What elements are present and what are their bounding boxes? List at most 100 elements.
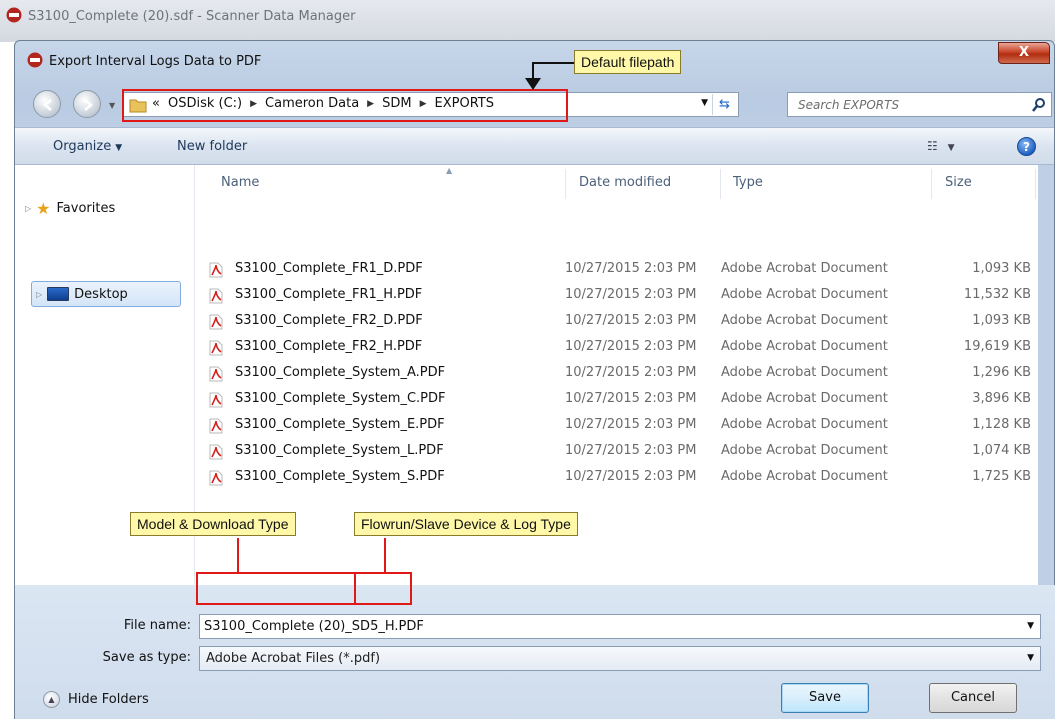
file-row[interactable]: S3100_Complete_FR1_H.PDF 10/27/2015 2:03 …	[205, 283, 1035, 309]
file-size: 1,296 KB	[972, 365, 1031, 380]
file-date-modified: 10/27/2015 2:03 PM	[565, 391, 697, 406]
file-name: S3100_Complete_FR2_H.PDF	[235, 339, 423, 354]
column-header-type[interactable]: Type	[733, 175, 763, 190]
flowrun-log-type-callout: Flowrun/Slave Device & Log Type	[354, 512, 578, 536]
file-name-field: ▼	[199, 614, 1041, 639]
file-size: 19,619 KB	[963, 339, 1031, 354]
file-name: S3100_Complete_System_S.PDF	[235, 469, 445, 484]
file-type: Adobe Acrobat Document	[721, 391, 888, 406]
file-row[interactable]: S3100_Complete_System_A.PDF 10/27/2015 2:…	[205, 361, 1035, 387]
file-row[interactable]: S3100_Complete_System_C.PDF 10/27/2015 2:…	[205, 387, 1035, 413]
dialog-title: Export Interval Logs Data to PDF	[49, 54, 262, 69]
file-date-modified: 10/27/2015 2:03 PM	[565, 443, 697, 458]
chevron-down-icon: ▼	[115, 143, 123, 153]
sort-ascending-icon: ▲	[446, 166, 453, 175]
forward-button[interactable]	[73, 90, 101, 118]
file-type: Adobe Acrobat Document	[721, 365, 888, 380]
command-toolbar: Organize ▼ New folder ☷ ▼ ?	[15, 127, 1054, 165]
file-type: Adobe Acrobat Document	[721, 443, 888, 458]
file-size: 1,725 KB	[972, 469, 1031, 484]
parent-window-titlebar: S3100_Complete (20).sdf - Scanner Data M…	[0, 0, 1055, 42]
default-filepath-connector	[532, 62, 574, 64]
file-size: 3,896 KB	[972, 391, 1031, 406]
file-size: 1,074 KB	[972, 443, 1031, 458]
new-folder-button[interactable]: New folder	[177, 139, 247, 154]
recent-locations-dropdown[interactable]: ▼	[109, 101, 115, 110]
app-logo-icon	[6, 7, 22, 23]
save-as-type-select[interactable]: Adobe Acrobat Files (*.pdf) ▼	[199, 646, 1041, 671]
file-date-modified: 10/27/2015 2:03 PM	[565, 365, 697, 380]
pdf-file-icon	[209, 288, 223, 304]
export-dialog: Export Interval Logs Data to PDF X ▼ « O…	[14, 40, 1055, 719]
file-type: Adobe Acrobat Document	[721, 313, 888, 328]
file-date-modified: 10/27/2015 2:03 PM	[565, 313, 697, 328]
file-name-input[interactable]	[204, 615, 1004, 638]
column-divider[interactable]	[931, 169, 932, 199]
default-filepath-highlight	[122, 89, 568, 122]
column-divider[interactable]	[720, 169, 721, 199]
organize-label: Organize	[53, 139, 112, 154]
file-row[interactable]: S3100_Complete_System_E.PDF 10/27/2015 2:…	[205, 413, 1035, 439]
file-size: 11,532 KB	[963, 287, 1031, 302]
column-header-size[interactable]: Size	[945, 175, 972, 190]
pdf-file-icon	[209, 314, 223, 330]
file-type: Adobe Acrobat Document	[721, 339, 888, 354]
save-as-type-value: Adobe Acrobat Files (*.pdf)	[206, 651, 381, 666]
organize-button[interactable]: Organize ▼	[53, 139, 122, 154]
back-button[interactable]	[33, 90, 61, 118]
search-input[interactable]	[798, 94, 1018, 115]
change-view-button[interactable]: ☷ ▼	[927, 139, 955, 153]
file-date-modified: 10/27/2015 2:03 PM	[565, 339, 697, 354]
column-divider[interactable]	[1035, 169, 1036, 199]
nav-item-label: Favorites	[56, 200, 116, 216]
file-size: 1,093 KB	[972, 261, 1031, 276]
file-type: Adobe Acrobat Document	[721, 261, 888, 276]
default-filepath-callout: Default filepath	[574, 50, 682, 74]
file-row[interactable]: S3100_Complete_FR1_D.PDF 10/27/2015 2:03 …	[205, 257, 1035, 283]
file-size: 1,128 KB	[972, 417, 1031, 432]
search-icon[interactable]	[1031, 97, 1047, 113]
file-name: S3100_Complete_System_C.PDF	[235, 391, 446, 406]
pdf-file-icon	[209, 392, 223, 408]
pdf-file-icon	[209, 340, 223, 356]
column-header-date-modified[interactable]: Date modified	[579, 175, 671, 190]
expand-arrow-icon[interactable]: ▷	[25, 204, 31, 213]
nav-item-desktop[interactable]: ▷ Desktop	[31, 281, 181, 307]
file-row[interactable]: S3100_Complete_FR2_D.PDF 10/27/2015 2:03 …	[205, 309, 1035, 335]
close-button[interactable]: X	[998, 42, 1050, 64]
file-name: S3100_Complete_System_E.PDF	[235, 417, 445, 432]
expand-arrow-icon[interactable]: ▷	[36, 290, 42, 299]
dialog-app-icon	[27, 52, 43, 68]
cancel-button[interactable]: Cancel	[929, 683, 1017, 713]
address-dropdown[interactable]: ▼	[701, 98, 708, 108]
file-name: S3100_Complete_FR1_H.PDF	[235, 287, 423, 302]
column-header-name[interactable]: Name	[221, 175, 259, 190]
file-name: S3100_Complete_System_A.PDF	[235, 365, 446, 380]
search-box	[787, 92, 1052, 117]
save-button[interactable]: Save	[781, 683, 869, 713]
file-type: Adobe Acrobat Document	[721, 417, 888, 432]
file-row[interactable]: S3100_Complete_FR2_H.PDF 10/27/2015 2:03 …	[205, 335, 1035, 361]
flowrun-log-type-highlight	[354, 572, 412, 605]
file-size: 1,093 KB	[972, 313, 1031, 328]
file-name-dropdown[interactable]: ▼	[1027, 621, 1034, 631]
hide-folders-button[interactable]: ▲ Hide Folders	[43, 691, 149, 708]
save-as-type-label: Save as type:	[102, 650, 191, 665]
refresh-icon[interactable]: ⇆	[712, 94, 736, 115]
file-row[interactable]: S3100_Complete_System_S.PDF 10/27/2015 2:…	[205, 465, 1035, 491]
arrow-down-icon	[525, 78, 541, 90]
pdf-file-icon	[209, 262, 223, 278]
pdf-file-icon	[209, 366, 223, 382]
file-row[interactable]: S3100_Complete_System_L.PDF 10/27/2015 2:…	[205, 439, 1035, 465]
model-download-type-connector	[237, 538, 239, 574]
file-list: ▲ Name Date modified Type Size S3100_Com…	[195, 165, 1038, 585]
file-date-modified: 10/27/2015 2:03 PM	[565, 417, 697, 432]
parent-window-title: S3100_Complete (20).sdf - Scanner Data M…	[28, 9, 356, 24]
file-type: Adobe Acrobat Document	[721, 287, 888, 302]
model-download-type-highlight	[196, 572, 356, 605]
model-download-type-callout: Model & Download Type	[130, 512, 296, 536]
file-name-label: File name:	[123, 618, 191, 633]
nav-item-favorites[interactable]: ▷ ★ Favorites	[25, 195, 115, 221]
column-divider[interactable]	[565, 169, 566, 199]
help-icon[interactable]: ?	[1017, 137, 1036, 156]
